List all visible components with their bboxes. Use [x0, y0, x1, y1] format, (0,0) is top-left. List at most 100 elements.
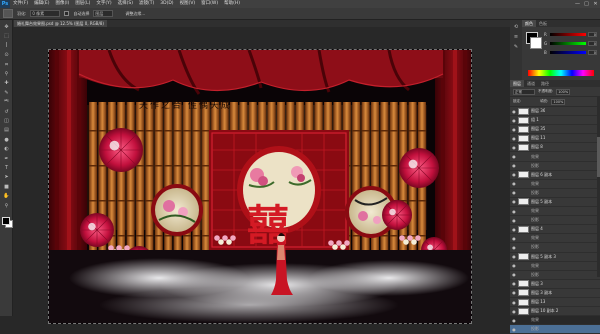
- layer-row[interactable]: ● 组 1: [510, 116, 600, 126]
- layer-effect-row[interactable]: ● 效果: [510, 152, 600, 162]
- eraser-icon[interactable]: ◫: [3, 118, 10, 125]
- menu-item[interactable]: 视图(V): [177, 0, 199, 8]
- pen-icon[interactable]: ✒: [3, 156, 10, 163]
- gradient-icon[interactable]: ▤: [3, 127, 10, 134]
- menu-item[interactable]: 窗口(W): [198, 0, 221, 8]
- visibility-eye-icon[interactable]: ●: [510, 263, 518, 268]
- visibility-eye-icon[interactable]: ●: [510, 254, 518, 259]
- document-tab[interactable]: 婚礼舞台效果图.psd @ 12.5% (图层 0, RGB/8): [14, 20, 107, 27]
- layer-row[interactable]: ● 图层 35: [510, 125, 600, 135]
- lasso-icon[interactable]: ꟾ: [3, 43, 10, 50]
- layer-effect-row[interactable]: ● 效果: [510, 180, 600, 189]
- visibility-eye-icon[interactable]: ●: [510, 136, 518, 141]
- visibility-eye-icon[interactable]: ●: [510, 127, 518, 132]
- properties-icon[interactable]: ≡: [512, 34, 520, 41]
- layer-row[interactable]: ● 图层 3: [510, 280, 600, 289]
- auto-select-checkbox[interactable]: [64, 11, 70, 16]
- visibility-eye-icon[interactable]: ●: [510, 190, 518, 195]
- tab-paths[interactable]: 路径: [538, 80, 552, 87]
- layer-effect-row[interactable]: ● 投影: [510, 271, 600, 280]
- tab-color[interactable]: 颜色: [522, 20, 536, 27]
- visibility-eye-icon[interactable]: ●: [510, 290, 518, 295]
- visibility-eye-icon[interactable]: ●: [510, 109, 518, 114]
- eyedropper-icon[interactable]: ⚲: [3, 71, 10, 78]
- brush-icon[interactable]: ✎: [3, 90, 10, 97]
- visibility-eye-icon[interactable]: ●: [510, 227, 518, 232]
- history-icon[interactable]: ⟲: [512, 24, 520, 31]
- layer-effect-row[interactable]: ● 投影: [510, 243, 600, 253]
- hand-icon[interactable]: ✋: [3, 193, 10, 200]
- text-icon[interactable]: T: [3, 165, 10, 172]
- visibility-eye-icon[interactable]: ●: [510, 281, 518, 286]
- visibility-eye-icon[interactable]: ●: [510, 181, 518, 186]
- visibility-eye-icon[interactable]: ●: [510, 172, 518, 177]
- move-icon[interactable]: ✥: [3, 24, 10, 31]
- layer-effect-row[interactable]: ● 投影: [510, 162, 600, 171]
- layer-row[interactable]: ● 图层 36: [510, 107, 600, 117]
- shape-icon[interactable]: ■: [3, 184, 10, 191]
- history-brush-icon[interactable]: ↺: [3, 109, 10, 116]
- menu-item[interactable]: 图层(L): [72, 0, 93, 8]
- healing-icon[interactable]: ✚: [3, 80, 10, 87]
- red-value[interactable]: 0: [588, 32, 597, 37]
- document-canvas[interactable]: 天作之合 佳偶天成 囍: [48, 49, 472, 324]
- brush-preset-icon[interactable]: ✎: [512, 44, 520, 51]
- visibility-eye-icon[interactable]: ●: [510, 209, 518, 214]
- tab-swatches[interactable]: 色板: [536, 20, 550, 27]
- quick-select-icon[interactable]: ⊙: [3, 52, 10, 59]
- green-value[interactable]: 0: [588, 41, 597, 46]
- visibility-eye-icon[interactable]: ●: [510, 218, 518, 223]
- marquee-icon[interactable]: ⬚: [3, 33, 10, 40]
- visibility-eye-icon[interactable]: ●: [510, 145, 518, 150]
- layer-effect-row[interactable]: ● 效果: [510, 207, 600, 217]
- layer-row[interactable]: ● 图层 6 副本: [510, 171, 600, 180]
- visibility-eye-icon[interactable]: ●: [510, 199, 518, 204]
- color-panel-background-swatch[interactable]: [530, 37, 542, 49]
- visibility-eye-icon[interactable]: ●: [510, 272, 518, 277]
- visibility-eye-icon[interactable]: ●: [510, 154, 518, 159]
- visibility-eye-icon[interactable]: ●: [510, 245, 518, 250]
- feather-input[interactable]: 0 像素: [30, 10, 61, 17]
- blur-icon[interactable]: ●: [3, 137, 10, 144]
- tab-channels[interactable]: 通道: [524, 80, 538, 87]
- menu-item[interactable]: 帮助(H): [221, 0, 243, 8]
- red-slider[interactable]: [550, 33, 586, 36]
- visibility-eye-icon[interactable]: ●: [510, 118, 518, 123]
- layer-row[interactable]: ● 图层 5 副本 3: [510, 253, 600, 262]
- blend-mode-dropdown[interactable]: 正常: [513, 88, 535, 95]
- menu-item[interactable]: 文件(F): [10, 0, 31, 8]
- color-spectrum[interactable]: [528, 70, 594, 76]
- opacity-input[interactable]: 100%: [556, 88, 571, 95]
- visibility-eye-icon[interactable]: ●: [510, 163, 518, 168]
- close-button[interactable]: ✕: [591, 0, 600, 8]
- menu-item[interactable]: 滤镜(T): [136, 0, 157, 8]
- layer-row[interactable]: ● 图层 4: [510, 225, 600, 235]
- layer-row[interactable]: ● 图层 5 副本: [510, 198, 600, 208]
- layer-effect-row[interactable]: ● 效果: [510, 316, 600, 326]
- visibility-eye-icon[interactable]: ●: [510, 300, 518, 305]
- refine-edge-button[interactable]: 调整边缘...: [125, 11, 145, 17]
- menu-item[interactable]: 3D(D): [157, 0, 176, 8]
- visibility-eye-icon[interactable]: ●: [510, 327, 518, 332]
- layer-row[interactable]: ● 图层 3 副本: [510, 289, 600, 298]
- maximize-button[interactable]: □: [582, 0, 591, 8]
- visibility-eye-icon[interactable]: ●: [510, 318, 518, 323]
- foreground-color-swatch[interactable]: [2, 217, 10, 225]
- visibility-eye-icon[interactable]: ●: [510, 236, 518, 241]
- menu-item[interactable]: 文字(Y): [93, 0, 114, 8]
- blue-slider[interactable]: [550, 51, 586, 54]
- dodge-icon[interactable]: ◐: [3, 146, 10, 153]
- fill-input[interactable]: 100%: [551, 98, 566, 105]
- layer-effect-row[interactable]: ● 投影: [510, 325, 600, 334]
- visibility-eye-icon[interactable]: ●: [510, 309, 518, 314]
- stamp-icon[interactable]: ⎃: [3, 99, 10, 106]
- layer-effect-row[interactable]: ● 效果: [510, 262, 600, 271]
- auto-select-dropdown[interactable]: 图层: [93, 10, 114, 17]
- layer-row[interactable]: ● 图层 13: [510, 298, 600, 308]
- tab-layers[interactable]: 图层: [510, 80, 524, 87]
- blue-value[interactable]: 0: [588, 50, 597, 55]
- green-slider[interactable]: [550, 42, 586, 45]
- layer-effect-row[interactable]: ● 投影: [510, 189, 600, 198]
- tool-preset-picker[interactable]: [3, 9, 13, 18]
- menu-item[interactable]: 选择(S): [115, 0, 136, 8]
